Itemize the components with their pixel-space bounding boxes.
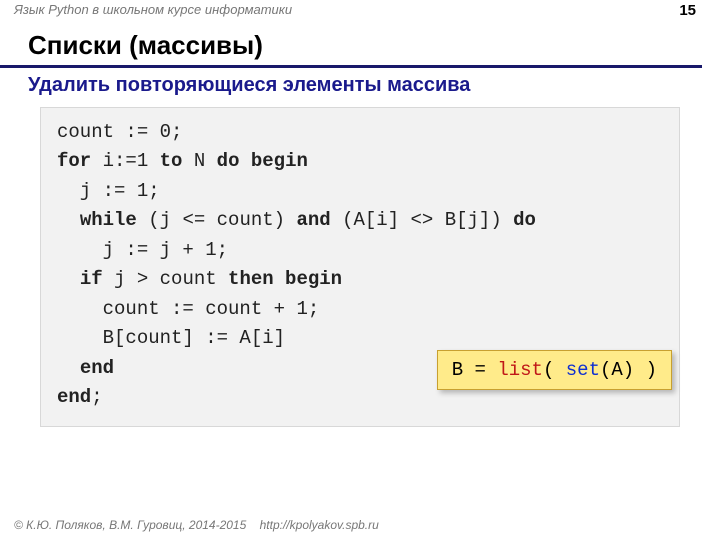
- keyword-and: and: [296, 209, 330, 231]
- keyword-end: end: [80, 357, 114, 379]
- keyword-then-begin: then begin: [228, 268, 342, 290]
- python-list: list: [497, 359, 543, 381]
- course-label: Язык Python в школьном курсе информатики: [14, 2, 292, 17]
- page-title: Списки (массивы): [0, 22, 702, 68]
- keyword-do: do: [513, 209, 536, 231]
- keyword-while: while: [80, 209, 137, 231]
- keyword-to: to: [160, 150, 183, 172]
- page-number: 15: [679, 2, 696, 19]
- copyright: © К.Ю. Поляков, В.М. Гуровиц, 2014-2015: [14, 518, 246, 532]
- code-line: B[count] := A[i]: [57, 327, 285, 349]
- keyword-end: end: [57, 386, 91, 408]
- code-line: j := j + 1;: [57, 239, 228, 261]
- keyword-for: for: [57, 150, 91, 172]
- footer: © К.Ю. Поляков, В.М. Гуровиц, 2014-2015 …: [14, 518, 379, 532]
- keyword-do-begin: do begin: [217, 150, 308, 172]
- code-line: count := count + 1;: [57, 298, 319, 320]
- python-set: set: [566, 359, 600, 381]
- code-line: count := 0;: [57, 121, 182, 143]
- subtitle: Удалить повторяющиеся элементы массива: [0, 68, 720, 103]
- python-callout: B = list( set(A) ): [437, 350, 672, 390]
- code-line: j := 1;: [57, 180, 160, 202]
- keyword-if: if: [80, 268, 103, 290]
- footer-url: http://kpolyakov.spb.ru: [260, 518, 379, 532]
